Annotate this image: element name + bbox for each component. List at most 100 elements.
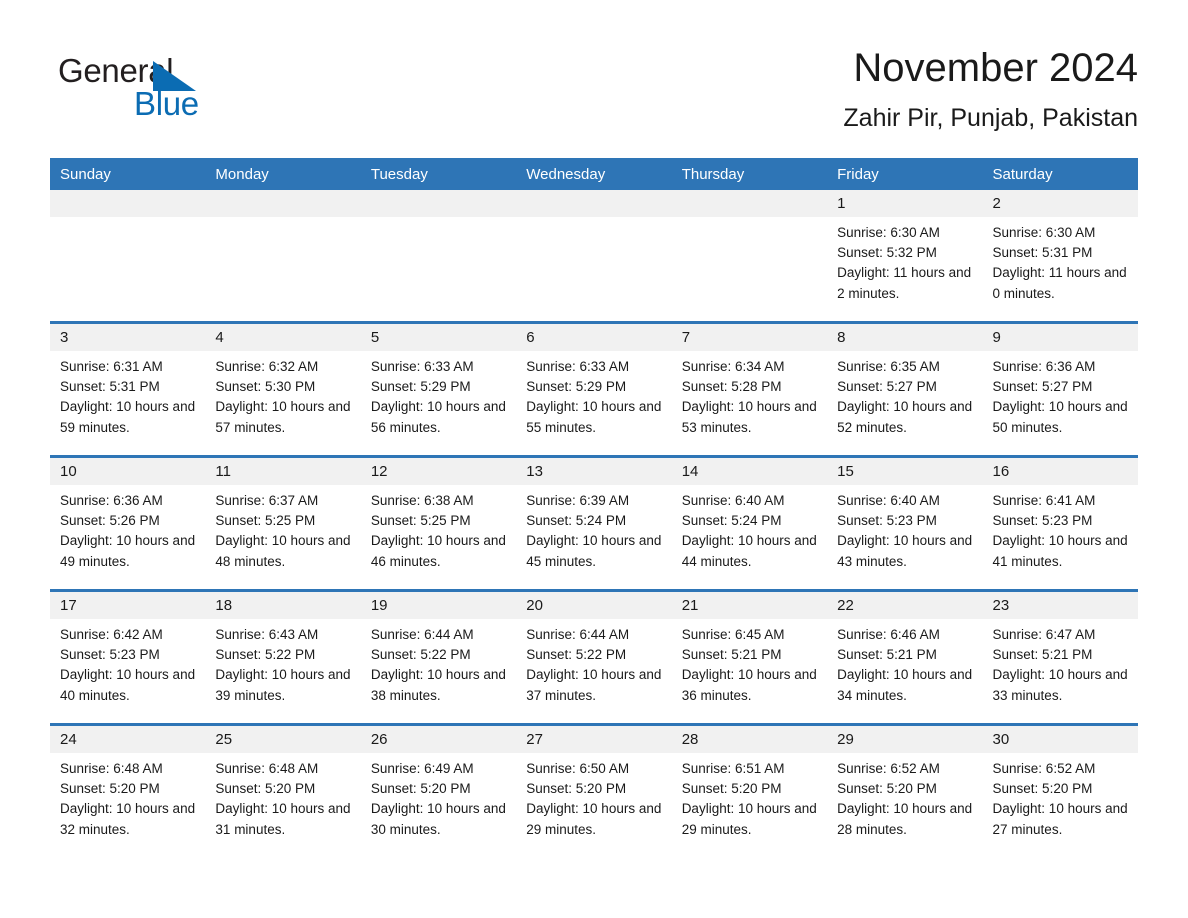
day-details: Sunrise: 6:49 AM Sunset: 5:20 PM Daylight:… <box>361 753 516 840</box>
calendar-day-cell[interactable]: 1 Sunrise: 6:30 AM Sunset: 5:32 PM Daylight… <box>827 190 983 323</box>
day-details: Sunrise: 6:45 AM Sunset: 5:21 PM Daylight:… <box>672 619 827 706</box>
weekday-header-thursday: Thursday <box>671 158 828 190</box>
sunset-text: Sunset: 5:29 PM <box>526 379 627 395</box>
sunrise-text: Sunrise: 6:36 AM <box>60 493 163 508</box>
sunrise-text: Sunrise: 6:37 AM <box>215 493 319 508</box>
sunset-text: Sunset: 5:20 PM <box>60 781 160 797</box>
calendar-day-cell[interactable]: 30 Sunrise: 6:52 AM Sunset: 5:20 PM Dayligh… <box>982 723 1138 857</box>
day-number: 29 <box>827 726 983 753</box>
day-details: Sunrise: 6:35 AM Sunset: 5:27 PM Daylight:… <box>827 351 982 438</box>
sunrise-text: Sunrise: 6:35 AM <box>837 359 940 374</box>
day-details: Sunrise: 6:43 AM Sunset: 5:22 PM Daylight:… <box>205 619 360 706</box>
calendar-page: General Blue November 2024 Zahir Pir, Pu… <box>0 0 1188 918</box>
daylight-text: Daylight: 10 hours and 38 minutes. <box>370 667 506 703</box>
daylight-text: Daylight: 10 hours and 43 minutes. <box>837 533 973 569</box>
calendar-day-cell[interactable]: 7 Sunrise: 6:34 AM Sunset: 5:28 PM Daylight… <box>671 321 828 457</box>
calendar-day-cell[interactable]: 5 Sunrise: 6:33 AM Sunset: 5:29 PM Daylight… <box>360 321 517 457</box>
day-details: Sunrise: 6:46 AM Sunset: 5:21 PM Daylight:… <box>827 619 982 706</box>
calendar-day-cell[interactable]: 4 Sunrise: 6:32 AM Sunset: 5:30 PM Daylight… <box>205 321 361 457</box>
day-details: Sunrise: 6:32 AM Sunset: 5:30 PM Daylight:… <box>205 351 360 438</box>
day-details: Sunrise: 6:42 AM Sunset: 5:23 PM Daylight:… <box>50 619 205 706</box>
calendar-day-cell[interactable]: 20 Sunrise: 6:44 AM Sunset: 5:22 PM Dayligh… <box>516 589 672 725</box>
day-number <box>671 190 828 217</box>
calendar-day-cell[interactable]: 13 Sunrise: 6:39 AM Sunset: 5:24 PM Dayligh… <box>516 455 672 591</box>
daylight-text: Daylight: 10 hours and 41 minutes. <box>992 533 1128 569</box>
sunrise-text: Sunrise: 6:40 AM <box>837 493 940 508</box>
day-details: Sunrise: 6:44 AM Sunset: 5:22 PM Daylight:… <box>516 619 671 706</box>
day-details: Sunrise: 6:37 AM Sunset: 5:25 PM Daylight:… <box>205 485 360 572</box>
day-number: 14 <box>671 458 828 485</box>
calendar-day-cell[interactable]: 6 Sunrise: 6:33 AM Sunset: 5:29 PM Daylight… <box>516 321 672 457</box>
calendar-day-cell[interactable]: 21 Sunrise: 6:45 AM Sunset: 5:21 PM Dayligh… <box>671 589 828 725</box>
sunset-text: Sunset: 5:27 PM <box>992 379 1093 395</box>
title-block: November 2024 Zahir Pir, Punjab, Pakista… <box>843 44 1138 134</box>
day-number: 5 <box>360 324 517 351</box>
day-number: 4 <box>205 324 361 351</box>
calendar-empty-cell <box>516 190 672 323</box>
calendar-day-cell[interactable]: 28 Sunrise: 6:51 AM Sunset: 5:20 PM Dayligh… <box>671 723 828 857</box>
day-number: 6 <box>516 324 672 351</box>
sunset-text: Sunset: 5:31 PM <box>60 379 160 395</box>
sunrise-text: Sunrise: 6:51 AM <box>681 761 785 776</box>
sunrise-text: Sunrise: 6:48 AM <box>60 761 163 776</box>
day-number: 24 <box>50 726 206 753</box>
calendar-day-cell[interactable]: 2 Sunrise: 6:30 AM Sunset: 5:31 PM Daylight… <box>982 190 1138 323</box>
calendar-day-cell[interactable]: 22 Sunrise: 6:46 AM Sunset: 5:21 PM Dayligh… <box>827 589 983 725</box>
calendar-day-cell[interactable]: 23 Sunrise: 6:47 AM Sunset: 5:21 PM Dayligh… <box>982 589 1138 725</box>
day-number: 30 <box>982 726 1138 753</box>
daylight-text: Daylight: 10 hours and 59 minutes. <box>60 399 196 435</box>
daylight-text: Daylight: 10 hours and 29 minutes. <box>526 801 662 837</box>
sunrise-text: Sunrise: 6:40 AM <box>681 493 785 508</box>
calendar-day-cell[interactable]: 12 Sunrise: 6:38 AM Sunset: 5:25 PM Dayligh… <box>360 455 517 591</box>
generalblue-logo[interactable]: General Blue <box>58 52 258 132</box>
sunset-text: Sunset: 5:31 PM <box>992 245 1093 261</box>
daylight-text: Daylight: 10 hours and 44 minutes. <box>681 533 817 569</box>
sunset-text: Sunset: 5:24 PM <box>526 513 627 529</box>
weekday-header-friday: Friday <box>827 158 983 190</box>
day-details: Sunrise: 6:52 AM Sunset: 5:20 PM Daylight:… <box>827 753 982 840</box>
sunset-text: Sunset: 5:20 PM <box>681 781 782 797</box>
calendar-day-cell[interactable]: 3 Sunrise: 6:31 AM Sunset: 5:31 PM Daylight… <box>50 321 206 457</box>
sunset-text: Sunset: 5:22 PM <box>215 647 316 663</box>
page-title: November 2024 <box>853 46 1138 90</box>
day-number <box>50 190 206 217</box>
sunrise-text: Sunrise: 6:47 AM <box>992 627 1096 642</box>
day-number: 21 <box>671 592 828 619</box>
daylight-text: Daylight: 10 hours and 55 minutes. <box>526 399 662 435</box>
calendar-week-row: 1 Sunrise: 6:30 AM Sunset: 5:32 PM Daylight… <box>50 190 1138 323</box>
calendar-day-cell[interactable]: 14 Sunrise: 6:40 AM Sunset: 5:24 PM Dayligh… <box>671 455 828 591</box>
calendar-day-cell[interactable]: 29 Sunrise: 6:52 AM Sunset: 5:20 PM Dayligh… <box>827 723 983 857</box>
day-details: Sunrise: 6:39 AM Sunset: 5:24 PM Daylight:… <box>516 485 671 572</box>
calendar-day-cell[interactable]: 24 Sunrise: 6:48 AM Sunset: 5:20 PM Dayligh… <box>50 723 206 857</box>
sunset-text: Sunset: 5:20 PM <box>370 781 471 797</box>
sunset-text: Sunset: 5:21 PM <box>837 647 937 663</box>
sunset-text: Sunset: 5:22 PM <box>526 647 627 663</box>
sunrise-text: Sunrise: 6:44 AM <box>370 627 474 642</box>
calendar-day-cell[interactable]: 25 Sunrise: 6:48 AM Sunset: 5:20 PM Dayligh… <box>205 723 361 857</box>
calendar-day-cell[interactable]: 18 Sunrise: 6:43 AM Sunset: 5:22 PM Dayligh… <box>205 589 361 725</box>
calendar-day-cell[interactable]: 8 Sunrise: 6:35 AM Sunset: 5:27 PM Daylight… <box>827 321 983 457</box>
calendar-day-cell[interactable]: 11 Sunrise: 6:37 AM Sunset: 5:25 PM Dayligh… <box>205 455 361 591</box>
sunrise-text: Sunrise: 6:38 AM <box>370 493 474 508</box>
day-details: Sunrise: 6:30 AM Sunset: 5:32 PM Daylight:… <box>827 217 982 304</box>
calendar-day-cell[interactable]: 10 Sunrise: 6:36 AM Sunset: 5:26 PM Dayligh… <box>50 455 206 591</box>
calendar-day-cell[interactable]: 19 Sunrise: 6:44 AM Sunset: 5:22 PM Dayligh… <box>360 589 517 725</box>
day-details: Sunrise: 6:40 AM Sunset: 5:23 PM Daylight:… <box>827 485 982 572</box>
sunset-text: Sunset: 5:23 PM <box>992 513 1093 529</box>
daylight-text: Daylight: 10 hours and 53 minutes. <box>681 399 817 435</box>
sunset-text: Sunset: 5:30 PM <box>215 379 316 395</box>
calendar-day-cell[interactable]: 17 Sunrise: 6:42 AM Sunset: 5:23 PM Dayligh… <box>50 589 206 725</box>
calendar-day-cell[interactable]: 26 Sunrise: 6:49 AM Sunset: 5:20 PM Dayligh… <box>360 723 517 857</box>
sunrise-text: Sunrise: 6:49 AM <box>370 761 474 776</box>
day-number: 13 <box>516 458 672 485</box>
day-number: 15 <box>827 458 983 485</box>
sunrise-text: Sunrise: 6:45 AM <box>681 627 785 642</box>
daylight-text: Daylight: 10 hours and 46 minutes. <box>370 533 506 569</box>
calendar-day-cell[interactable]: 27 Sunrise: 6:50 AM Sunset: 5:20 PM Dayligh… <box>516 723 672 857</box>
day-details: Sunrise: 6:50 AM Sunset: 5:20 PM Daylight:… <box>516 753 671 840</box>
calendar-day-cell[interactable]: 15 Sunrise: 6:40 AM Sunset: 5:23 PM Dayligh… <box>827 455 983 591</box>
calendar-day-cell[interactable]: 9 Sunrise: 6:36 AM Sunset: 5:27 PM Daylight… <box>982 321 1138 457</box>
calendar-day-cell[interactable]: 16 Sunrise: 6:41 AM Sunset: 5:23 PM Dayligh… <box>982 455 1138 591</box>
day-number: 16 <box>982 458 1138 485</box>
sunrise-text: Sunrise: 6:50 AM <box>526 761 630 776</box>
